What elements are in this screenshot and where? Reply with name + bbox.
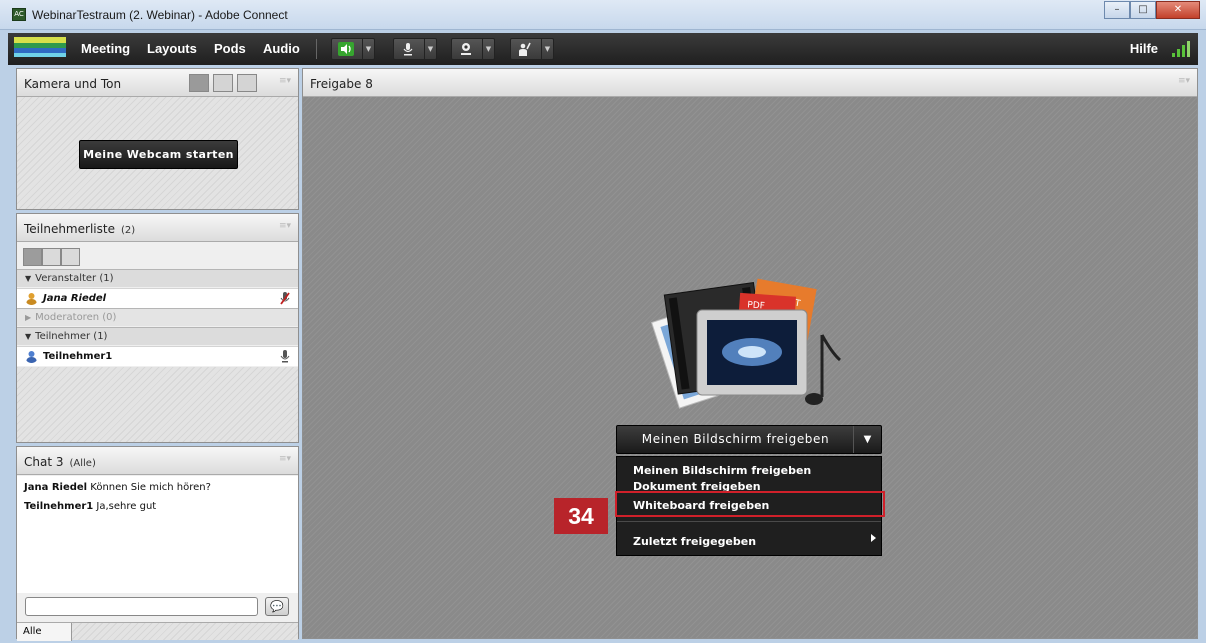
speaker-icon	[338, 42, 354, 56]
attendee-status-icon[interactable]	[61, 248, 80, 266]
chat-send-button[interactable]: 💬	[265, 597, 289, 616]
chat-title-text: Chat 3	[24, 455, 64, 469]
menu-pods[interactable]: Pods	[214, 41, 246, 56]
expand-arrow-icon: ▼	[25, 274, 32, 283]
camera-pod-header: Kamera und Ton ≡▾	[17, 69, 298, 97]
webcam-icon	[461, 43, 471, 55]
adobe-connect-logo	[14, 37, 66, 59]
chat-footer: Alle	[17, 622, 298, 641]
window-titlebar: AC WebinarTestraum (2. Webinar) - Adobe …	[0, 0, 1206, 30]
camera-pod-title: Kamera und Ton	[24, 77, 122, 91]
chat-pod-title: Chat 3 (Alle)	[24, 455, 96, 469]
list-view-icon[interactable]	[23, 248, 42, 266]
attendees-pod-header: Teilnehmerliste (2) ≡▾	[17, 214, 298, 242]
attendee-row-host[interactable]: Jana Riedel	[17, 288, 298, 308]
pod-menu-icon[interactable]: ≡▾	[1178, 77, 1190, 86]
section-participants-label: Teilnehmer (1)	[35, 331, 108, 342]
attendees-pod-title: Teilnehmerliste (2)	[24, 222, 135, 236]
attendee-row-participant[interactable]: Teilnehmer1	[17, 346, 298, 366]
participant-avatar-icon	[26, 351, 37, 363]
chat-sender: Jana Riedel	[24, 482, 88, 493]
submenu-arrow-icon	[871, 534, 876, 542]
attendee-view-tools	[23, 248, 80, 266]
chat-message: Teilnehmer1 Ja,sehre gut	[24, 501, 156, 512]
menu-item-recently-shared[interactable]: Zuletzt freigegeben	[633, 535, 756, 548]
pod-menu-icon[interactable]: ≡▾	[279, 455, 291, 464]
section-hosts[interactable]: ▼ Veranstalter (1)	[17, 269, 298, 287]
menu-meeting[interactable]: Meeting	[81, 41, 130, 56]
raise-hand-icon	[519, 42, 531, 56]
chat-message-area: Jana Riedel Können Sie mich hören? Teiln…	[17, 476, 298, 593]
fullscreen-icon[interactable]	[237, 74, 257, 92]
speech-bubble-icon: 💬	[270, 600, 284, 613]
close-button[interactable]: ✕	[1156, 1, 1200, 19]
chat-pod: Chat 3 (Alle) ≡▾ Jana Riedel Können Sie m…	[16, 446, 299, 641]
microphone-active-icon	[280, 292, 290, 305]
microphone-icon	[280, 350, 290, 363]
attendee-name: Jana Riedel	[43, 293, 107, 304]
breakout-view-icon[interactable]	[42, 248, 61, 266]
menu-item-share-screen[interactable]: Meinen Bildschirm freigeben	[633, 464, 811, 477]
chat-text: Können Sie mich hören?	[87, 482, 211, 493]
chat-tab-all[interactable]: Alle	[17, 623, 72, 641]
attendees-title-text: Teilnehmerliste	[24, 222, 115, 236]
section-presenters[interactable]: ▶ Moderatoren (0)	[17, 308, 298, 326]
share-pod-header: Freigabe 8 ≡▾	[303, 69, 1197, 97]
pod-menu-icon[interactable]: ≡▾	[279, 77, 291, 86]
webcam-button[interactable]: ▼	[451, 38, 495, 60]
chevron-down-icon[interactable]: ▼	[853, 426, 881, 453]
highlight-box	[615, 491, 885, 517]
attendee-list-empty-area	[17, 367, 298, 442]
chat-message: Jana Riedel Können Sie mich hören?	[24, 482, 211, 493]
grid-view-icon[interactable]	[189, 74, 209, 92]
chat-sender: Teilnehmer1	[24, 501, 94, 512]
section-participants[interactable]: ▼ Teilnehmer (1)	[17, 327, 298, 345]
camera-pod: Kamera und Ton ≡▾ Meine Webcam starten	[16, 68, 299, 210]
help-menu[interactable]: Hilfe	[1130, 41, 1158, 56]
attendee-count: (2)	[120, 225, 136, 236]
chevron-down-icon[interactable]: ▼	[482, 39, 494, 59]
chevron-down-icon[interactable]: ▼	[424, 39, 436, 59]
menu-layouts[interactable]: Layouts	[147, 41, 197, 56]
camera-area: Meine Webcam starten	[17, 97, 298, 209]
chevron-down-icon[interactable]: ▼	[541, 39, 553, 59]
microphone-button[interactable]: ▼	[393, 38, 437, 60]
section-presenters-label: Moderatoren (0)	[35, 312, 117, 323]
share-screen-label: Meinen Bildschirm freigeben	[641, 432, 830, 446]
share-content-illustration: PPT PDF	[650, 278, 842, 409]
menu-divider	[617, 521, 881, 522]
menu-audio[interactable]: Audio	[263, 41, 300, 56]
adobe-connect-icon: AC	[12, 8, 26, 21]
camera-view-tools	[189, 74, 257, 92]
single-view-icon[interactable]	[213, 74, 233, 92]
menubar: Meeting Layouts Pods Audio ▼ ▼ ▼ ▼ Hilfe	[8, 33, 1198, 65]
expand-arrow-icon: ▼	[25, 332, 32, 341]
chevron-down-icon[interactable]: ▼	[362, 39, 374, 59]
chat-text: Ja,sehre gut	[93, 501, 157, 512]
window-title: WebinarTestraum (2. Webinar) - Adobe Con…	[32, 8, 288, 22]
minimize-button[interactable]: –	[1104, 1, 1130, 19]
collapse-arrow-icon: ▶	[25, 313, 32, 322]
raise-hand-button[interactable]: ▼	[510, 38, 554, 60]
pod-menu-icon[interactable]: ≡▾	[279, 222, 291, 231]
share-screen-button[interactable]: Meinen Bildschirm freigeben ▼	[616, 425, 882, 454]
start-webcam-button[interactable]: Meine Webcam starten	[79, 140, 238, 169]
speaker-button[interactable]: ▼	[331, 38, 375, 60]
chat-input[interactable]	[25, 597, 258, 616]
attendees-pod: Teilnehmerliste (2) ≡▾ ▼ Veranstalter (1) …	[16, 213, 299, 443]
microphone-icon	[403, 43, 413, 56]
host-avatar-icon	[26, 293, 37, 305]
attendee-name: Teilnehmer1	[43, 351, 113, 362]
maximize-button[interactable]: □	[1130, 1, 1156, 19]
connection-strength-icon	[1172, 41, 1190, 57]
window-controls: – □ ✕	[1104, 1, 1200, 19]
chat-scope: (Alle)	[69, 458, 96, 469]
section-hosts-label: Veranstalter (1)	[35, 273, 114, 284]
share-pod-title: Freigabe 8	[310, 77, 373, 91]
chat-pod-header: Chat 3 (Alle) ≡▾	[17, 447, 298, 475]
step-number-badge: 34	[554, 498, 608, 534]
